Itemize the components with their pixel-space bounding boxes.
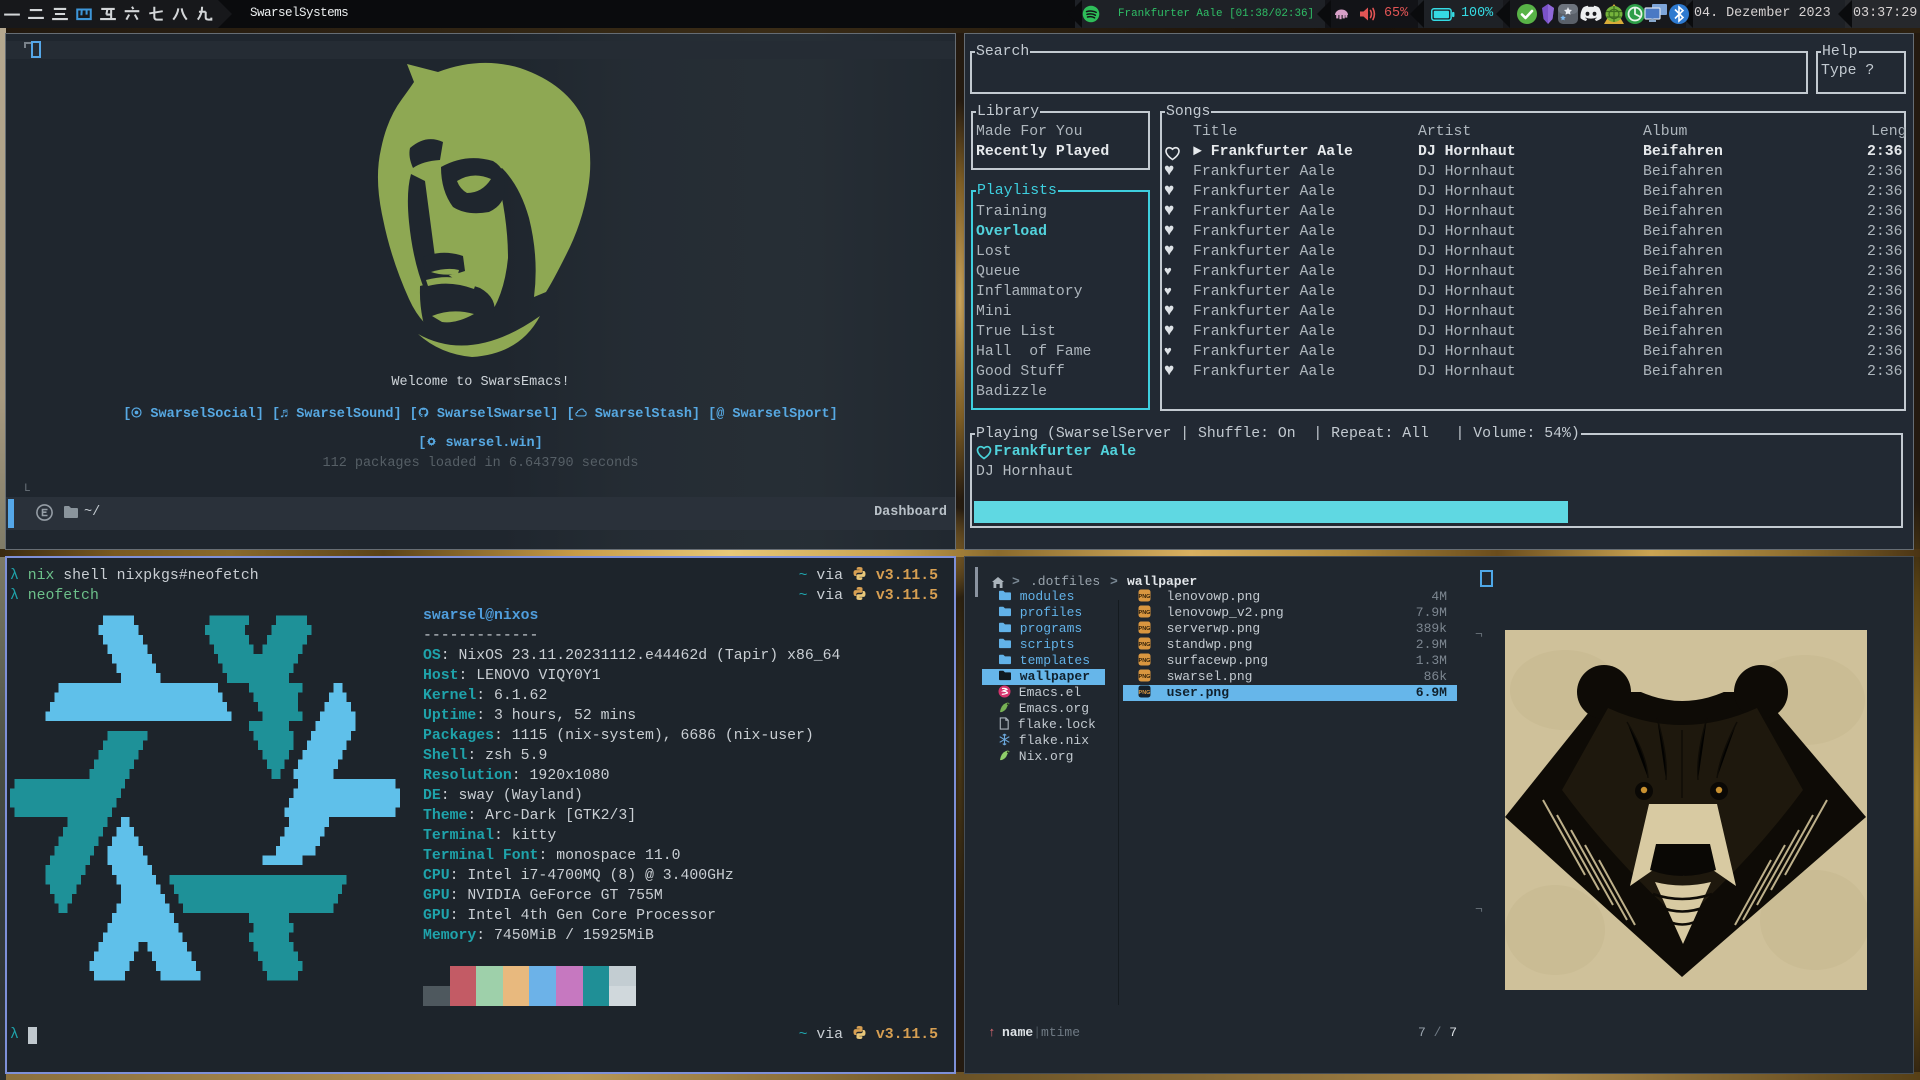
svg-text:PNG: PNG bbox=[1139, 594, 1151, 600]
svg-text:PNG: PNG bbox=[1139, 674, 1151, 680]
svg-text:PNG: PNG bbox=[1139, 610, 1151, 616]
svg-text:PNG: PNG bbox=[1139, 642, 1151, 648]
svg-text:PNG: PNG bbox=[1139, 658, 1151, 664]
svg-text:PNG: PNG bbox=[1139, 626, 1151, 632]
svg-text:PNG: PNG bbox=[1139, 690, 1151, 696]
